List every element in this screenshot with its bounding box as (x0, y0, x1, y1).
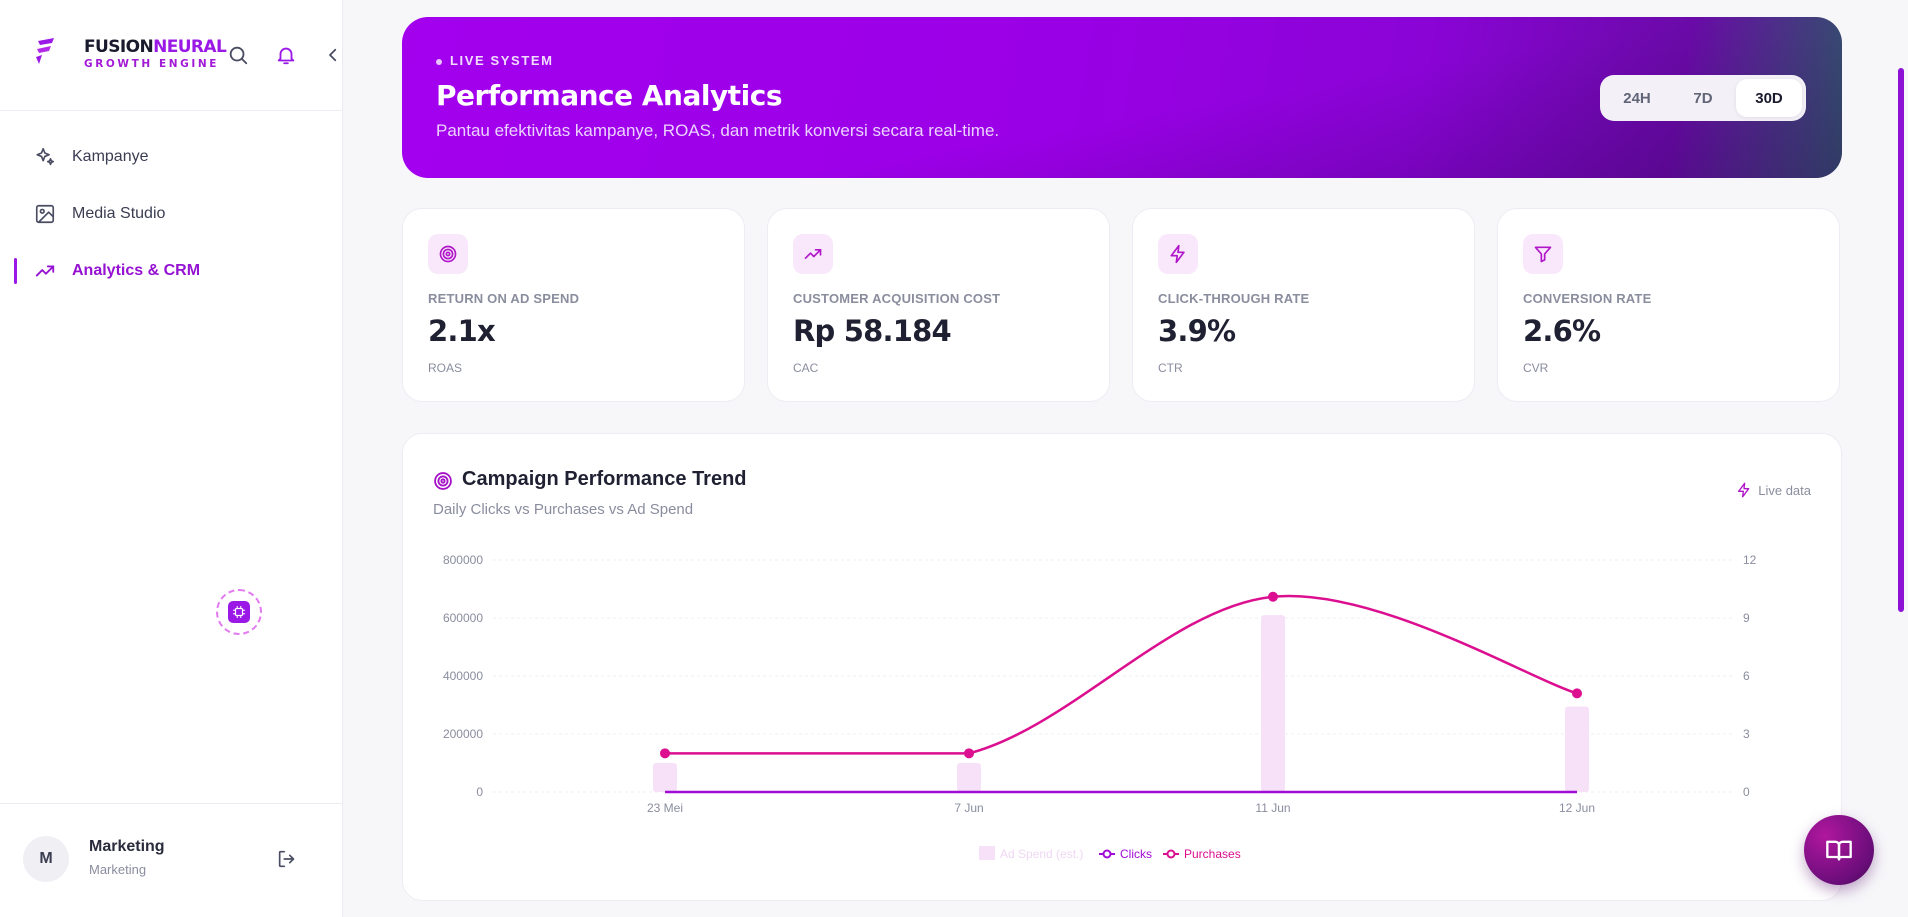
kpi-label: CUSTOMER ACQUISITION COST (793, 291, 1001, 306)
campaign-trend-card: Campaign Performance Trend Daily Clicks … (402, 433, 1842, 901)
purchases-point (964, 748, 974, 759)
kpi-abbreviation: ROAS (428, 361, 463, 375)
y-left-tick-label: 800000 (443, 553, 483, 567)
brand-subtitle: GROWTH ENGINE (84, 58, 220, 70)
trending-up-icon (34, 260, 56, 282)
y-right-tick-label: 0 (1743, 785, 1750, 799)
help-guide-button[interactable] (1804, 815, 1874, 885)
performance-chart: 800000 600000 400000 200000 0 12 9 6 3 0 23 Mei 7 J… (443, 553, 1757, 861)
page-title: Performance Analytics (436, 79, 782, 112)
ad-spend-bar (957, 763, 981, 792)
sidebar-item-label: Analytics & CRM (72, 261, 201, 279)
chevron-left-icon[interactable] (321, 43, 345, 67)
scrollbar[interactable] (1898, 68, 1904, 612)
x-tick-label: 12 Jun (1559, 801, 1595, 815)
sidebar: FUSIONNEURAL GROWTH ENGINE Kampanye Medi… (0, 0, 343, 917)
status-dot (436, 58, 442, 65)
ad-spend-bar (1261, 615, 1285, 792)
target-icon (428, 234, 468, 274)
kpi-abbreviation: CTR (1158, 361, 1183, 375)
legend-marker-purchases (1166, 849, 1176, 859)
kpi-card-roas: RETURN ON AD SPEND 2.1x ROAS (402, 208, 745, 402)
y-left-tick-label: 200000 (443, 727, 483, 741)
kpi-value: 2.6% (1523, 314, 1601, 348)
logout-icon[interactable] (276, 848, 298, 870)
purchases-line (665, 594, 1578, 755)
time-range-toggle: 24H 7D 30D (1600, 75, 1806, 121)
x-tick-label: 23 Mei (647, 801, 683, 815)
live-system-tag: LIVE SYSTEM (436, 53, 554, 68)
legend-label-ad-spend: Ad Spend (est.) (1000, 847, 1083, 861)
y-right-tick-label: 12 (1743, 553, 1757, 567)
y-left-tick-label: 0 (476, 785, 483, 799)
kpi-value: Rp 58.184 (793, 314, 952, 348)
book-open-icon (1826, 840, 1852, 861)
image-icon (34, 203, 56, 225)
trending-up-icon (793, 234, 833, 274)
range-30d-button[interactable]: 30D (1736, 79, 1802, 117)
fusionneural-logo-icon (36, 38, 54, 64)
legend-label-clicks: Clicks (1120, 847, 1152, 861)
ad-spend-bar (1565, 706, 1589, 792)
user-profile: M Marketing Marketing (0, 803, 343, 917)
y-left-tick-label: 400000 (443, 669, 483, 683)
kpi-label: CLICK-THROUGH RATE (1158, 291, 1310, 306)
range-7d-button[interactable]: 7D (1670, 79, 1736, 117)
kpi-card-cac: CUSTOMER ACQUISITION COST Rp 58.184 CAC (767, 208, 1110, 402)
kpi-card-ctr: CLICK-THROUGH RATE 3.9% CTR (1132, 208, 1475, 402)
user-name: Marketing (89, 838, 165, 855)
sidebar-item-label: Kampanye (72, 147, 149, 165)
search-icon[interactable] (226, 43, 250, 67)
kpi-label: CONVERSION RATE (1523, 291, 1652, 306)
sidebar-item-kampanye[interactable]: Kampanye (0, 128, 343, 185)
ad-spend-bar (653, 763, 677, 792)
legend-swatch-ad-spend (979, 846, 995, 860)
bell-icon[interactable] (274, 43, 298, 67)
x-tick-label: 7 Jun (954, 801, 983, 815)
page-description: Pantau efektivitas kampanye, ROAS, dan m… (436, 121, 1000, 140)
kpi-label: RETURN ON AD SPEND (428, 291, 580, 306)
brand-name: FUSIONNEURAL (84, 37, 227, 57)
kpi-abbreviation: CAC (793, 361, 819, 375)
y-right-tick-label: 3 (1743, 727, 1750, 741)
range-24h-button[interactable]: 24H (1604, 79, 1670, 117)
ai-assistant-chip[interactable] (216, 589, 262, 635)
legend-label-purchases: Purchases (1184, 847, 1241, 861)
purchases-point (660, 748, 670, 759)
purchases-point (1572, 688, 1582, 699)
kpi-value: 3.9% (1158, 314, 1236, 348)
sparkles-icon (34, 146, 56, 168)
y-right-tick-label: 6 (1743, 669, 1750, 683)
kpi-value: 2.1x (428, 314, 496, 348)
legend-marker-clicks (1102, 849, 1112, 859)
sidebar-item-media-studio[interactable]: Media Studio (0, 185, 343, 242)
sidebar-item-label: Media Studio (72, 204, 166, 222)
filter-icon (1523, 234, 1563, 274)
sidebar-item-analytics-crm[interactable]: Analytics & CRM (0, 242, 343, 299)
hero-banner: LIVE SYSTEM Performance Analytics Pantau… (402, 17, 1842, 178)
zap-icon (1158, 234, 1198, 274)
x-tick-label: 11 Jun (1255, 801, 1290, 815)
purchases-point (1268, 591, 1278, 602)
cpu-icon (228, 601, 250, 623)
avatar[interactable]: M (23, 836, 69, 882)
y-left-tick-label: 600000 (443, 611, 483, 625)
sidebar-nav: Kampanye Media Studio Analytics & CRM (0, 128, 343, 299)
kpi-abbreviation: CVR (1523, 361, 1549, 375)
user-role: Marketing (89, 862, 147, 877)
kpi-card-cvr: CONVERSION RATE 2.6% CVR (1497, 208, 1840, 402)
brand-header: FUSIONNEURAL GROWTH ENGINE (0, 0, 343, 111)
y-right-tick-label: 9 (1743, 611, 1750, 625)
